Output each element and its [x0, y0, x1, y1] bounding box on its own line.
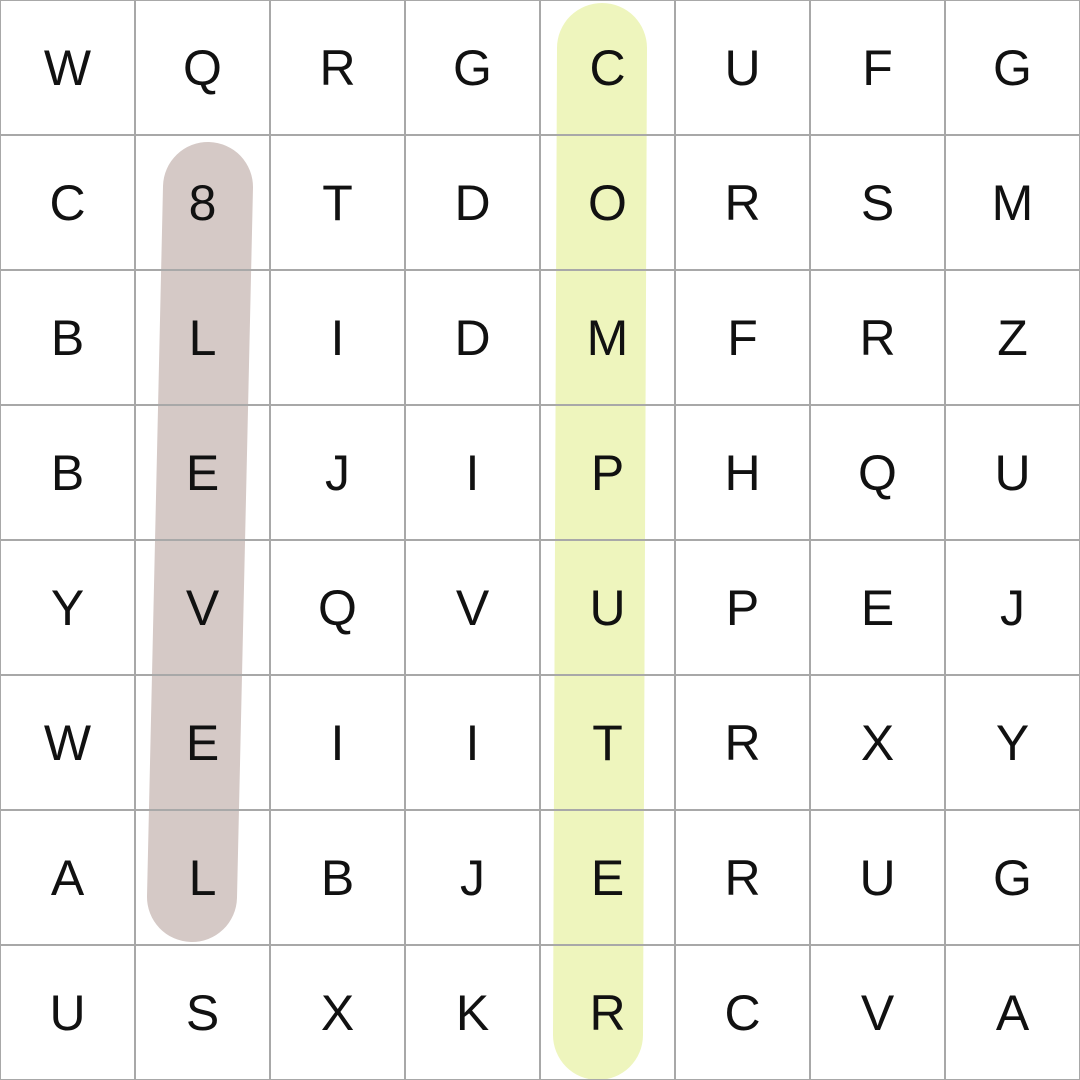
grid-cell[interactable]: H: [676, 406, 811, 541]
grid-cell[interactable]: J: [271, 406, 406, 541]
grid-cell[interactable]: U: [811, 811, 946, 946]
grid-cell[interactable]: M: [946, 136, 1080, 271]
grid-cell[interactable]: R: [811, 271, 946, 406]
grid-cell[interactable]: E: [811, 541, 946, 676]
grid-cell[interactable]: Y: [946, 676, 1080, 811]
grid-cell[interactable]: A: [946, 946, 1080, 1080]
grid-cell[interactable]: I: [406, 676, 541, 811]
grid-cell[interactable]: U: [946, 406, 1080, 541]
grid-cell[interactable]: R: [676, 811, 811, 946]
grid-cell[interactable]: J: [946, 541, 1080, 676]
grid-cell[interactable]: W: [1, 1, 136, 136]
grid-cell[interactable]: G: [406, 1, 541, 136]
grid-cell[interactable]: F: [676, 271, 811, 406]
grid-cell[interactable]: B: [271, 811, 406, 946]
grid-cell[interactable]: C: [541, 1, 676, 136]
grid-cell[interactable]: T: [271, 136, 406, 271]
grid-cell[interactable]: R: [271, 1, 406, 136]
grid-cell[interactable]: E: [136, 676, 271, 811]
grid-cell[interactable]: Q: [811, 406, 946, 541]
grid-cell[interactable]: V: [406, 541, 541, 676]
grid-cell[interactable]: G: [946, 811, 1080, 946]
grid-cell[interactable]: P: [541, 406, 676, 541]
grid-cell[interactable]: K: [406, 946, 541, 1080]
grid-cell[interactable]: I: [271, 271, 406, 406]
grid-cell[interactable]: U: [541, 541, 676, 676]
grid-cell[interactable]: T: [541, 676, 676, 811]
grid-cell[interactable]: G: [946, 1, 1080, 136]
grid-cell[interactable]: V: [811, 946, 946, 1080]
grid-cell[interactable]: A: [1, 811, 136, 946]
grid-cell[interactable]: O: [541, 136, 676, 271]
grid-cell[interactable]: L: [136, 271, 271, 406]
grid-cell[interactable]: U: [1, 946, 136, 1080]
grid-cell[interactable]: D: [406, 271, 541, 406]
grid-cell[interactable]: R: [676, 136, 811, 271]
grid-cell[interactable]: I: [406, 406, 541, 541]
grid-cell[interactable]: C: [1, 136, 136, 271]
grid-cell[interactable]: S: [136, 946, 271, 1080]
grid-cell[interactable]: S: [811, 136, 946, 271]
grid-cell[interactable]: V: [136, 541, 271, 676]
grid-cell[interactable]: Q: [136, 1, 271, 136]
grid-cell[interactable]: R: [541, 946, 676, 1080]
grid-cell[interactable]: B: [1, 406, 136, 541]
grid-cell[interactable]: U: [676, 1, 811, 136]
grid-cell[interactable]: M: [541, 271, 676, 406]
grid-cell[interactable]: B: [1, 271, 136, 406]
grid-cell[interactable]: X: [271, 946, 406, 1080]
grid-cell[interactable]: P: [676, 541, 811, 676]
grid-cell[interactable]: 8: [136, 136, 271, 271]
grid-cell[interactable]: F: [811, 1, 946, 136]
grid-cell[interactable]: Y: [1, 541, 136, 676]
grid-cell[interactable]: J: [406, 811, 541, 946]
grid-cell[interactable]: L: [136, 811, 271, 946]
grid-cell[interactable]: I: [271, 676, 406, 811]
letter-grid: W Q R G C U F G C 8 T D O R S M B L I D …: [0, 0, 1080, 1080]
grid-cell[interactable]: R: [676, 676, 811, 811]
grid-cell[interactable]: D: [406, 136, 541, 271]
grid-cell[interactable]: E: [541, 811, 676, 946]
grid-cell[interactable]: E: [136, 406, 271, 541]
grid-cell[interactable]: X: [811, 676, 946, 811]
word-search-board: W Q R G C U F G C 8 T D O R S M B L I D …: [0, 0, 1080, 1080]
grid-cell[interactable]: Q: [271, 541, 406, 676]
grid-cell[interactable]: C: [676, 946, 811, 1080]
grid-cell[interactable]: W: [1, 676, 136, 811]
grid-cell[interactable]: Z: [946, 271, 1080, 406]
